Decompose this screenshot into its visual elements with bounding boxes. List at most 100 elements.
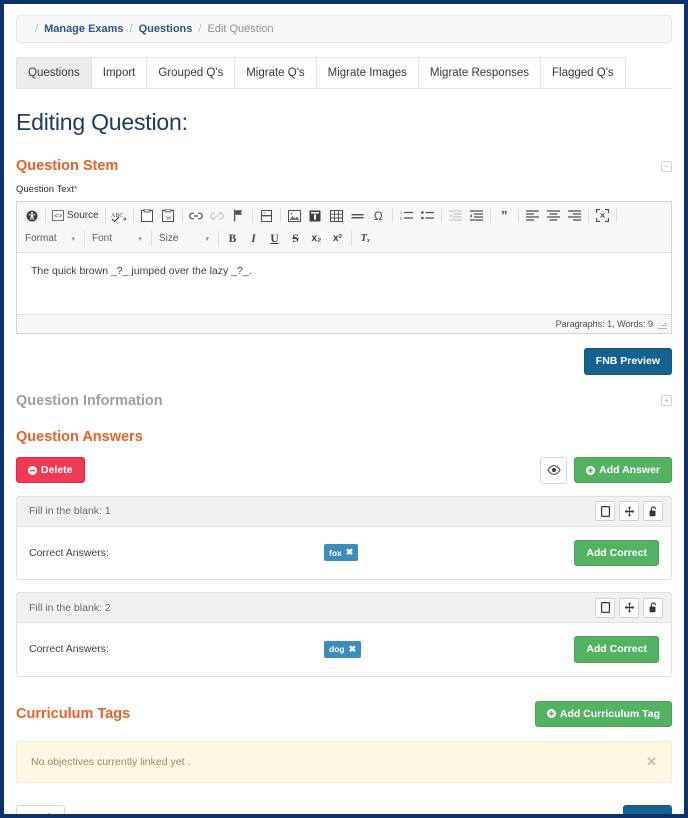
- bulleted-list-icon[interactable]: [418, 207, 437, 225]
- breadcrumb-item-manage-exams[interactable]: Manage Exams: [44, 23, 123, 35]
- breadcrumb-separator: /: [35, 23, 39, 35]
- tab-grouped-qs[interactable]: Grouped Q's: [146, 57, 235, 88]
- paste-icon[interactable]: [138, 207, 157, 225]
- close-icon[interactable]: ✕: [646, 754, 657, 770]
- flash-media-icon[interactable]: [257, 207, 276, 225]
- answer-card-title: Fill in the blank: 2: [29, 601, 111, 614]
- subscript-icon[interactable]: x₂: [307, 230, 326, 248]
- minus-circle-icon: [28, 465, 37, 475]
- paste-from-word-icon[interactable]: W: [159, 207, 178, 225]
- fnb-preview-row: FNB Preview: [16, 348, 672, 375]
- tab-import[interactable]: Import: [90, 57, 147, 88]
- correct-answers-label: Correct Answers:: [29, 643, 109, 656]
- fnb-preview-button[interactable]: FNB Preview: [583, 348, 672, 375]
- eye-icon: [546, 465, 561, 475]
- remove-chip-icon[interactable]: ✖: [349, 644, 357, 655]
- remove-format-icon[interactable]: Tₓ: [356, 230, 375, 248]
- move-handle-icon[interactable]: [619, 501, 639, 521]
- tab-bar: Questions Import Grouped Q's Migrate Q's…: [16, 57, 672, 89]
- required-asterisk: *: [73, 184, 78, 195]
- add-answer-button-label: Add Answer: [599, 463, 660, 476]
- preview-eye-button[interactable]: [540, 456, 568, 484]
- outdent-icon: [446, 207, 465, 225]
- superscript-icon[interactable]: x²: [328, 230, 347, 248]
- breadcrumb: / Manage Exams / Questions / Edit Questi…: [16, 15, 672, 43]
- editor-word-count: Paragraphs: 1, Words: 9: [555, 319, 653, 329]
- unlock-icon[interactable]: [643, 597, 663, 618]
- no-objectives-alert: No objectives currently linked yet . ✕: [16, 741, 672, 783]
- answer-chip-label: dog: [329, 644, 345, 655]
- svg-text:<>: <>: [54, 212, 62, 220]
- curriculum-tags-header: Curriculum Tags Add Curriculum Tag: [16, 700, 672, 727]
- bold-icon[interactable]: B: [223, 230, 242, 248]
- special-char-icon[interactable]: Ω: [369, 207, 388, 225]
- add-correct-button[interactable]: Add Correct: [574, 636, 659, 663]
- align-left-icon[interactable]: [523, 207, 542, 225]
- underline-icon[interactable]: U: [265, 230, 284, 248]
- unlock-icon[interactable]: [643, 501, 663, 521]
- toolbar-divider: [45, 208, 46, 223]
- editor-content-area[interactable]: The quick brown _?_ jumped over the lazy…: [17, 253, 671, 315]
- svg-text:1: 1: [400, 210, 403, 215]
- move-handle-icon[interactable]: [619, 597, 639, 618]
- unlink-icon: [208, 207, 227, 225]
- back-button[interactable]: Back: [16, 805, 66, 814]
- question-text-label-text: Question Text: [16, 184, 74, 195]
- accessibility-help-icon[interactable]: [22, 207, 41, 225]
- anchor-flag-icon[interactable]: [229, 207, 248, 225]
- answer-chip: fox ✖: [324, 544, 359, 562]
- align-center-icon[interactable]: [544, 207, 563, 225]
- size-dropdown-label: Size: [159, 233, 179, 244]
- select-checkbox-icon[interactable]: [595, 501, 615, 521]
- source-label: Source: [67, 210, 99, 221]
- font-dropdown[interactable]: Font ▾: [88, 230, 146, 248]
- blockquote-icon[interactable]: ”: [495, 207, 514, 225]
- select-checkbox-icon[interactable]: [595, 597, 615, 618]
- add-correct-button[interactable]: Add Correct: [574, 539, 659, 566]
- answer-card-body: Correct Answers: dog ✖ Add Correct: [17, 623, 671, 676]
- tab-flagged-qs[interactable]: Flagged Q's: [540, 57, 626, 88]
- size-dropdown[interactable]: Size ▾: [155, 230, 213, 248]
- rich-text-editor: <> Source ABC W Ω 1 2 ” Format ▾ Font ▾ …: [16, 201, 672, 334]
- maximize-icon[interactable]: [593, 207, 612, 225]
- strikethrough-icon[interactable]: S: [286, 230, 305, 248]
- expand-plus-icon[interactable]: +: [661, 395, 672, 406]
- tab-migrate-images[interactable]: Migrate Images: [315, 57, 418, 88]
- format-dropdown-label: Format: [25, 233, 57, 244]
- add-answer-button[interactable]: Add Answer: [574, 456, 672, 484]
- answer-card: Fill in the blank: 1 Correct Answers: fo…: [16, 495, 672, 580]
- delete-button[interactable]: Delete: [16, 456, 85, 484]
- align-right-icon[interactable]: [565, 207, 584, 225]
- format-dropdown[interactable]: Format ▾: [21, 230, 79, 248]
- question-answers-header: Question Answers: [16, 429, 672, 445]
- toolbar-divider: [279, 208, 281, 223]
- question-stem-header: Question Stem −: [16, 158, 672, 174]
- tab-questions[interactable]: Questions: [16, 57, 91, 88]
- remove-chip-icon[interactable]: ✖: [346, 547, 354, 558]
- table-icon[interactable]: [327, 207, 346, 225]
- question-information-header[interactable]: Question Information +: [16, 393, 672, 409]
- toolbar-divider: [440, 208, 442, 223]
- numbered-list-icon[interactable]: 12: [397, 207, 416, 225]
- source-button[interactable]: <> Source: [49, 210, 102, 221]
- toolbar-divider: [104, 208, 106, 223]
- toolbar-divider: [517, 208, 519, 223]
- image-icon[interactable]: [285, 207, 304, 225]
- resize-grip-icon[interactable]: [658, 320, 667, 329]
- save-button[interactable]: Save: [623, 805, 672, 814]
- indent-icon[interactable]: [467, 207, 486, 225]
- tab-migrate-qs[interactable]: Migrate Q's: [234, 57, 316, 88]
- page-break-icon[interactable]: [306, 207, 325, 225]
- link-icon[interactable]: [187, 207, 206, 225]
- add-curriculum-tag-label: Add Curriculum Tag: [559, 707, 660, 720]
- collapse-minus-icon[interactable]: −: [661, 160, 672, 172]
- spellcheck-icon[interactable]: ABC: [110, 207, 129, 225]
- answer-card-title: Fill in the blank: 1: [29, 505, 111, 517]
- add-curriculum-tag-button[interactable]: Add Curriculum Tag: [534, 700, 672, 727]
- plus-circle-icon: [586, 465, 596, 475]
- italic-icon[interactable]: I: [244, 230, 263, 248]
- horizontal-rule-icon[interactable]: [348, 207, 367, 225]
- breadcrumb-item-questions[interactable]: Questions: [139, 23, 193, 35]
- tab-migrate-responses[interactable]: Migrate Responses: [417, 57, 540, 88]
- toolbar-divider: [151, 231, 152, 246]
